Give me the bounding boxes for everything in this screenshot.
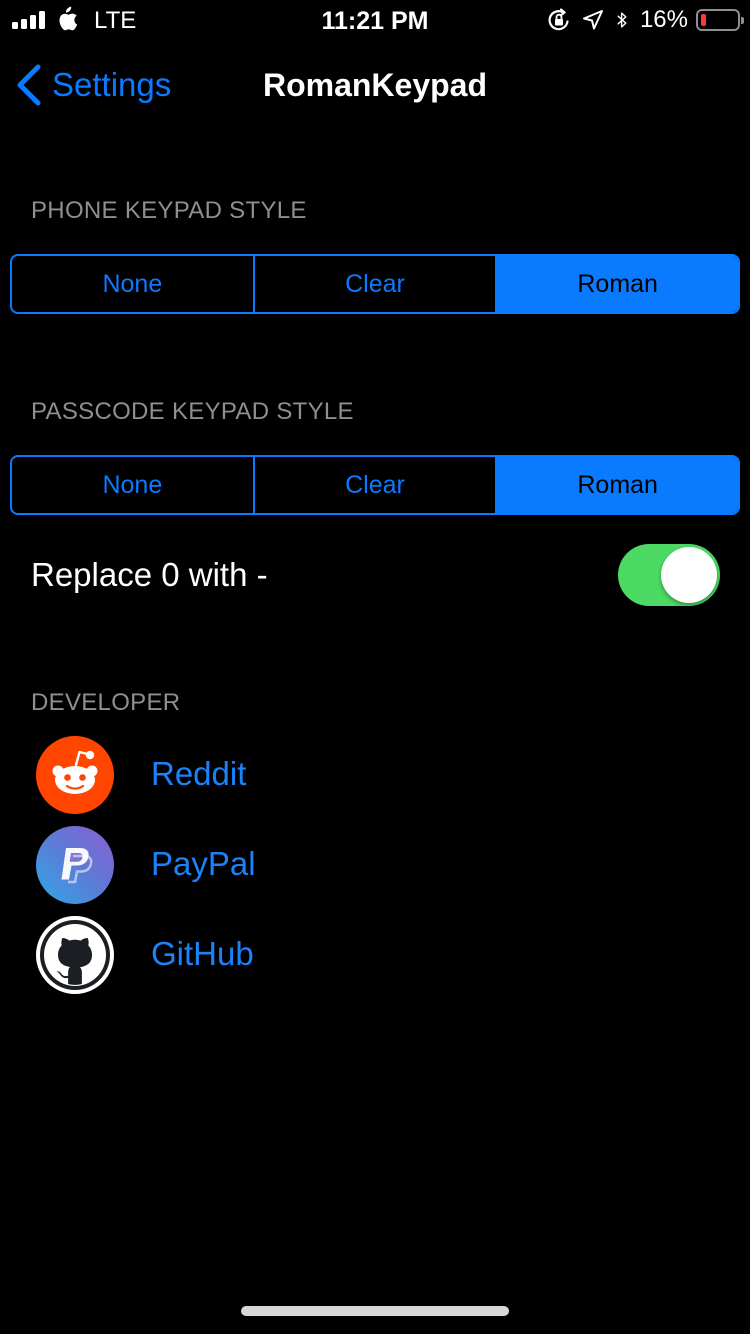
passcode-keypad-style-control: None Clear Roman [10,455,740,515]
section-header-passcode-keypad: PASSCODE KEYPAD STYLE [31,398,354,425]
segment-roman[interactable]: Roman [495,256,738,312]
reddit-link-label: Reddit [151,755,247,792]
status-bar: LTE 11:21 PM 16% [0,0,750,40]
phone-keypad-style-control: None Clear Roman [10,254,740,314]
replace-zero-label: Replace 0 with - [31,556,268,593]
battery-cap [741,17,744,24]
github-link-label: GitHub [151,935,254,972]
battery-fill [701,14,706,26]
paypal-link-row[interactable]: PayPal [0,823,750,907]
github-icon [36,916,114,994]
home-indicator[interactable] [241,1306,509,1316]
page-title: RomanKeypad [262,67,488,103]
paypal-icon [36,826,114,904]
location-arrow-icon [582,10,603,30]
segment-clear[interactable]: Clear [252,256,496,312]
orientation-lock-icon [548,8,569,31]
bluetooth-icon [617,12,627,28]
reddit-icon [36,736,114,814]
segment-none[interactable]: None [12,457,253,513]
battery-percentage: 16% [639,6,688,33]
replace-zero-switch[interactable] [618,544,720,606]
reddit-link-row[interactable]: Reddit [0,733,750,817]
section-header-developer: DEVELOPER [31,689,181,716]
github-link-row[interactable]: GitHub [0,913,750,997]
replace-zero-row: Replace 0 with - [0,530,750,620]
section-header-phone-keypad: PHONE KEYPAD STYLE [31,197,307,224]
segment-clear[interactable]: Clear [252,457,496,513]
switch-knob [661,547,717,603]
segment-roman[interactable]: Roman [495,457,738,513]
battery-icon [696,9,744,31]
paypal-link-label: PayPal [151,845,256,882]
status-right-group: 16% [546,6,744,34]
segment-none[interactable]: None [12,256,253,312]
